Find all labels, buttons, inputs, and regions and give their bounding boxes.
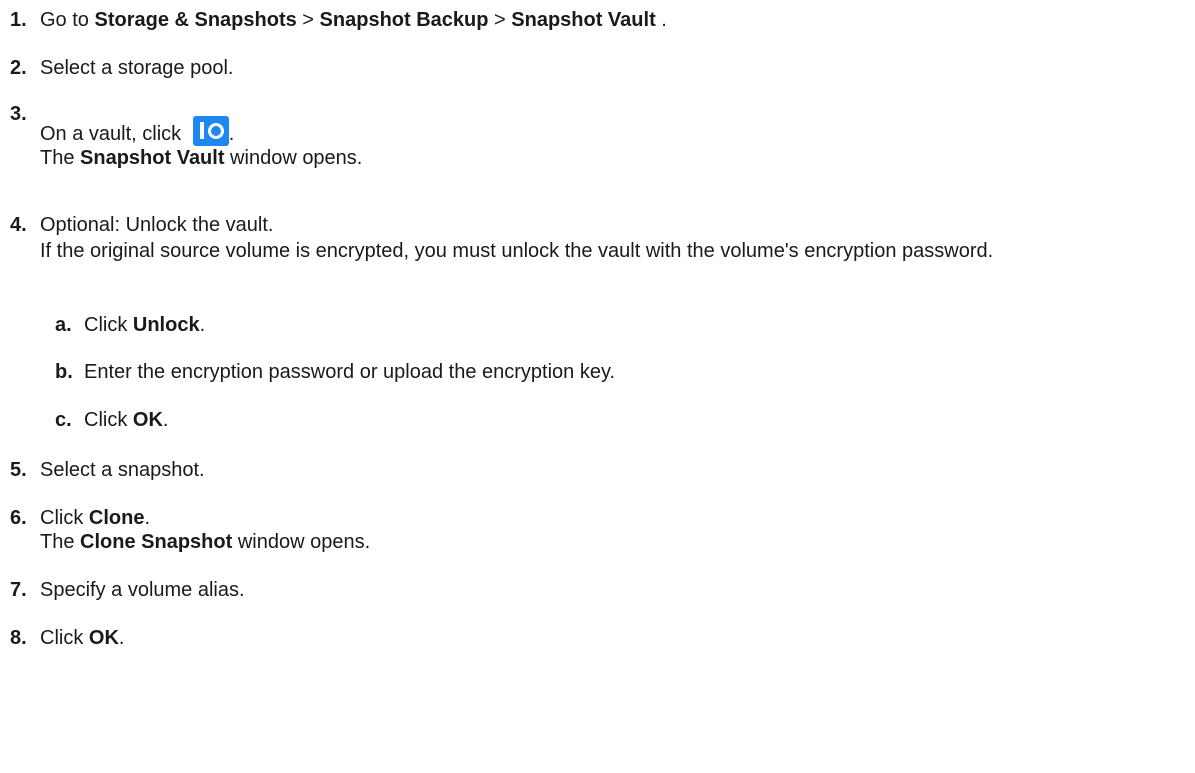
step-number: 1. xyxy=(10,9,27,31)
step-text: . xyxy=(118,627,125,649)
step-2: 2. Select a storage pool. xyxy=(0,56,233,80)
step-5: 5. Select a snapshot. xyxy=(0,458,205,482)
substep-letter: b. xyxy=(55,361,73,383)
step-number: 6. xyxy=(10,507,27,529)
clone-label: Clone xyxy=(88,507,145,529)
step-text: Optional: Unlock the vault. xyxy=(40,214,274,236)
step-text: Enter the encryption password or upload … xyxy=(84,361,616,383)
step-text: . xyxy=(228,123,235,145)
step-1: 1. Go to Storage & Snapshots > Snapshot … xyxy=(0,8,667,32)
menu-path-storage: Storage & Snapshots xyxy=(94,9,297,31)
step-number: 2. xyxy=(10,57,27,79)
result-text: window opens. xyxy=(232,531,371,553)
result-text: If the original source volume is encrypt… xyxy=(40,240,994,262)
window-name: Clone Snapshot xyxy=(80,531,233,553)
step-4: 4. Optional: Unlock the vault. If the or… xyxy=(0,213,1190,263)
ok-label: OK xyxy=(132,409,163,431)
step-8: 8. Click OK. xyxy=(0,626,124,650)
step-text: Click xyxy=(84,314,133,336)
step-3: 3. On a vault, click . The Snapshot Vaul… xyxy=(0,102,362,170)
step-text: . xyxy=(144,507,151,529)
substep-b: b. Enter the encryption password or uplo… xyxy=(0,360,615,384)
result-text: window opens. xyxy=(224,147,363,169)
ok-label: OK xyxy=(88,627,119,649)
procedure-document: 1. Go to Storage & Snapshots > Snapshot … xyxy=(0,0,1195,649)
menu-path-snapshot-backup: Snapshot Backup xyxy=(319,9,489,31)
step-number: 4. xyxy=(10,214,27,236)
path-separator: > xyxy=(296,9,320,31)
step-number: 8. xyxy=(10,627,27,649)
step-text: Click xyxy=(40,627,89,649)
step-text: . xyxy=(655,9,667,31)
window-name: Snapshot Vault xyxy=(80,147,225,169)
step-6: 6. Click Clone. The Clone Snapshot windo… xyxy=(0,506,370,554)
step-number: 5. xyxy=(10,459,27,481)
step-text: Click xyxy=(40,507,89,529)
step-text: Click xyxy=(84,409,133,431)
substep-c: c. Click OK. xyxy=(0,408,168,432)
result-text: The xyxy=(40,531,81,553)
step-text: Specify a volume alias. xyxy=(40,579,245,601)
step-text: . xyxy=(162,409,169,431)
path-separator: > xyxy=(488,9,512,31)
substep-letter: c. xyxy=(55,409,72,431)
step-text: On a vault, click xyxy=(40,123,187,145)
step-number: 7. xyxy=(10,579,27,601)
step-text: Select a snapshot. xyxy=(40,459,205,481)
result-text: The xyxy=(40,147,81,169)
step-7: 7. Specify a volume alias. xyxy=(0,578,245,602)
step-number: 3. xyxy=(10,103,27,125)
substep-letter: a. xyxy=(55,314,72,336)
substep-a: a. Click Unlock. xyxy=(0,313,205,337)
unlock-label: Unlock xyxy=(132,314,200,336)
menu-path-snapshot-vault: Snapshot Vault xyxy=(511,9,656,31)
step-text: Select a storage pool. xyxy=(40,57,234,79)
step-text: Go to xyxy=(40,9,95,31)
step-text: . xyxy=(199,314,206,336)
vault-icon xyxy=(192,116,229,146)
